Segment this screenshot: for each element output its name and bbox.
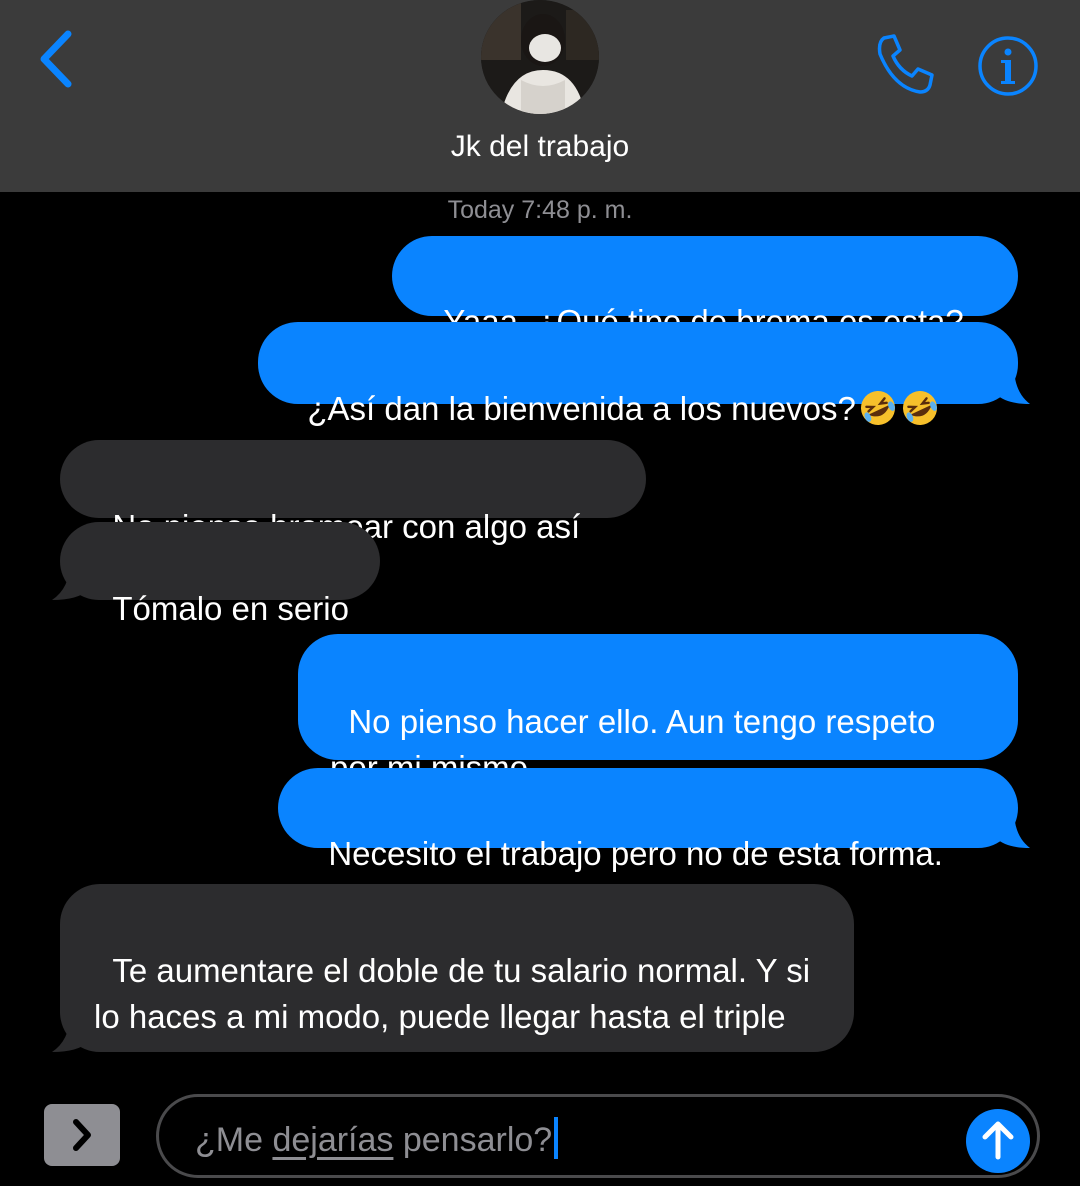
input-text-part: ¿Me — [195, 1121, 273, 1159]
message-bubble-received[interactable]: Tómalo en serio — [60, 522, 380, 627]
bubble-tail — [52, 562, 88, 600]
back-button[interactable] — [30, 26, 90, 96]
message-bubble-sent[interactable]: Yaaa. ¿Qué tipo de broma es esta? — [392, 236, 1018, 340]
info-button[interactable] — [976, 34, 1040, 98]
bubble-tail — [52, 1014, 88, 1052]
contact-avatar[interactable] — [481, 0, 599, 114]
call-button[interactable] — [872, 32, 936, 96]
message-bubble-received[interactable]: Te aumentare el doble de tu salario norm… — [60, 884, 854, 1052]
info-icon — [978, 36, 1038, 96]
bubble-tail — [996, 810, 1030, 848]
text-cursor — [554, 1117, 559, 1159]
conversation-header: Jk del trabajo — [0, 0, 1080, 192]
bubble-tail — [996, 366, 1030, 404]
avatar-photo — [481, 0, 599, 114]
message-input[interactable]: ¿Me dejarías pensarlo? — [156, 1094, 1040, 1178]
message-text: Tómalo en serio — [112, 590, 349, 627]
apps-toggle-button[interactable] — [44, 1104, 120, 1166]
message-bubble-sent[interactable]: No pienso hacer ello. Aun tengo respeto … — [298, 634, 1018, 786]
arrow-up-icon — [982, 1121, 1014, 1160]
message-text: Necesito el trabajo pero no de esta form… — [328, 835, 943, 872]
rolling-on-floor-laughing-icon — [902, 391, 937, 425]
phone-icon — [877, 34, 934, 94]
autocorrect-underlined-word[interactable]: dejarías — [272, 1121, 393, 1159]
chevron-left-icon — [40, 30, 72, 88]
rolling-on-floor-laughing-icon — [860, 391, 895, 425]
contact-name[interactable]: Jk del trabajo — [0, 130, 1080, 164]
message-text: Te aumentare el doble de tu salario norm… — [94, 952, 820, 1035]
send-button[interactable] — [966, 1109, 1030, 1173]
message-bubble-sent[interactable]: ¿Así dan la bienvenida a los nuevos? — [258, 322, 1018, 427]
message-text: ¿Así dan la bienvenida a los nuevos? — [307, 390, 856, 427]
input-text-part: pensarlo? — [393, 1121, 553, 1159]
message-bubble-sent[interactable]: Necesito el trabajo pero no de esta form… — [278, 768, 1018, 872]
thread-timestamp: Today 7:48 p. m. — [447, 196, 633, 224]
message-input-text[interactable]: ¿Me dejarías pensarlo? — [195, 1117, 559, 1160]
chevron-right-icon — [73, 1119, 91, 1151]
message-bubble-received[interactable]: No pienso bromear con algo así — [60, 440, 646, 545]
